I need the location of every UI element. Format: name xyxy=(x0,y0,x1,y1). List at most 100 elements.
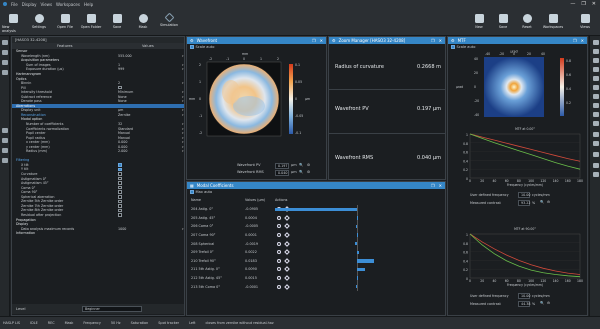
simulation-button[interactable]: Simulation xyxy=(158,11,180,33)
settings-checkbox[interactable] xyxy=(118,85,122,90)
table-row[interactable]: 211 5th Astig. 0° 0.0090 xyxy=(191,265,441,274)
table-row[interactable]: 209 Trefoil 0° 0.0022 xyxy=(191,248,441,257)
open-folder-button[interactable]: Open Folder xyxy=(80,11,102,33)
settings-icon[interactable] xyxy=(284,258,290,264)
mask-button[interactable]: Mask xyxy=(132,11,154,33)
rms-settings-icon[interactable]: ⚙ xyxy=(307,170,310,174)
settings-checkbox[interactable] xyxy=(118,185,122,190)
search-icon[interactable] xyxy=(277,233,281,238)
search-icon[interactable] xyxy=(277,284,281,289)
table-icon[interactable] xyxy=(592,172,599,177)
zoom-icon[interactable] xyxy=(592,49,599,54)
mtf90-user-freq-field[interactable]: 10.00 xyxy=(518,293,530,299)
settings-icon[interactable] xyxy=(284,232,290,238)
mtf0-user-freq-field[interactable]: 10.00 xyxy=(518,192,530,198)
grid-icon[interactable] xyxy=(592,94,599,99)
settings-checkbox[interactable] xyxy=(118,204,122,208)
menu-display[interactable]: Display xyxy=(22,2,37,7)
views-button[interactable]: Views xyxy=(574,11,596,33)
panel-close-icon[interactable]: ✕ xyxy=(439,38,442,43)
max-auto-checkbox[interactable] xyxy=(190,190,194,194)
settings-checkbox[interactable] xyxy=(118,199,122,204)
palette-icon[interactable] xyxy=(592,163,599,168)
menu-views[interactable]: Views xyxy=(40,2,52,7)
settings-checkbox[interactable] xyxy=(118,176,122,181)
pause-icon[interactable] xyxy=(2,50,8,55)
mtf90-settings-icon[interactable]: ⚙ xyxy=(547,301,550,305)
panel-restore-icon[interactable]: ❐ xyxy=(573,38,577,43)
camera-icon[interactable] xyxy=(2,60,8,65)
table-row[interactable]: 212 5th Astig. 45° 0.0015 xyxy=(191,273,441,283)
settings-checkbox[interactable] xyxy=(118,213,122,217)
settings-row[interactable]: Information xyxy=(12,231,184,236)
panel-restore-icon[interactable]: ❐ xyxy=(312,38,316,43)
table-row[interactable]: 204 Astig. 0° -0.0905 xyxy=(191,205,441,214)
save-workspace-button[interactable]: Save xyxy=(492,11,514,33)
search-icon[interactable] xyxy=(277,250,281,255)
save-button[interactable]: Save xyxy=(106,11,128,33)
settings-icon[interactable] xyxy=(284,215,290,221)
settings-icon[interactable] xyxy=(284,283,290,290)
cursor-icon[interactable] xyxy=(592,67,599,72)
target-icon[interactable] xyxy=(592,132,599,137)
mtf-scale-auto-checkbox[interactable] xyxy=(451,45,455,49)
search-icon[interactable] xyxy=(277,267,281,272)
search-icon[interactable] xyxy=(277,215,281,220)
tools-icon[interactable] xyxy=(592,121,599,126)
close-icon[interactable]: ✕ xyxy=(592,1,596,7)
table-row[interactable]: 208 Spherical -0.0019 xyxy=(191,239,441,248)
settings-icon[interactable] xyxy=(284,266,290,273)
settings-checkbox[interactable] xyxy=(118,190,122,194)
panel-close-icon[interactable]: ✕ xyxy=(439,183,442,188)
settings-button[interactable]: Settings xyxy=(28,11,50,33)
panel-close-icon[interactable]: ✕ xyxy=(581,38,584,43)
crop-icon[interactable] xyxy=(592,141,599,146)
scale-auto-checkbox[interactable] xyxy=(190,45,194,49)
search-icon[interactable] xyxy=(277,276,281,281)
mtf90-search-icon[interactable]: 🔍 xyxy=(540,301,544,305)
layers-icon[interactable] xyxy=(592,112,599,117)
settings-checkbox[interactable] xyxy=(118,208,122,213)
search-icon[interactable] xyxy=(277,224,281,229)
settings-icon[interactable] xyxy=(284,240,290,247)
table-row[interactable]: 205 Astig. 45° 0.0004 xyxy=(191,213,441,223)
stop-icon[interactable] xyxy=(2,138,8,143)
level-select[interactable]: Beginner xyxy=(82,306,142,312)
restore-icon[interactable]: ❐ xyxy=(581,1,585,7)
panel-close-icon[interactable]: ✕ xyxy=(320,38,323,43)
refresh-icon[interactable] xyxy=(2,128,8,133)
rms-search-icon[interactable]: 🔍 xyxy=(299,170,303,174)
panel-restore-icon[interactable]: ❐ xyxy=(431,183,435,188)
info-icon[interactable] xyxy=(592,58,599,63)
menu-help[interactable]: Help xyxy=(84,2,93,7)
new-workspace-button[interactable]: New xyxy=(468,11,490,33)
menu-workspaces[interactable]: Workspaces xyxy=(56,2,80,7)
settings-checkbox[interactable] xyxy=(118,167,122,172)
table-row[interactable]: 210 Trefoil 90° 0.0183 xyxy=(191,256,441,266)
table-row[interactable]: 207 Coma 90° 0.0001 xyxy=(191,230,441,240)
settings-icon[interactable] xyxy=(284,223,290,230)
workspaces-button[interactable]: Workspaces xyxy=(542,11,564,33)
pv-settings-icon[interactable]: ⚙ xyxy=(307,163,310,167)
play-icon[interactable] xyxy=(2,40,8,45)
crosshair-icon[interactable] xyxy=(592,76,599,81)
settings-checkbox[interactable] xyxy=(118,172,122,176)
reset-button[interactable]: Reset xyxy=(516,11,538,33)
table-row[interactable]: 206 Coma 0° -0.0005 xyxy=(191,222,441,231)
chart-icon[interactable] xyxy=(592,103,599,108)
skip-back-icon[interactable] xyxy=(2,148,8,153)
settings-checkbox[interactable] xyxy=(118,181,122,185)
ruler-icon[interactable] xyxy=(592,85,599,90)
settings-checkbox[interactable] xyxy=(118,195,122,199)
table-row[interactable]: 213 5th Coma 0° -0.0001 xyxy=(191,282,441,291)
menu-file[interactable]: File xyxy=(11,2,18,7)
record-icon[interactable] xyxy=(2,70,8,75)
mtf0-search-icon[interactable]: 🔍 xyxy=(540,200,544,204)
settings-checkbox[interactable] xyxy=(118,163,122,167)
search-icon[interactable] xyxy=(592,152,599,157)
open-file-button[interactable]: Open File xyxy=(54,11,76,33)
pv-search-icon[interactable]: 🔍 xyxy=(299,163,303,167)
new-analysis-button[interactable]: New analysis xyxy=(2,11,24,33)
search-icon[interactable] xyxy=(277,241,281,246)
skip-forward-icon[interactable] xyxy=(2,158,8,163)
